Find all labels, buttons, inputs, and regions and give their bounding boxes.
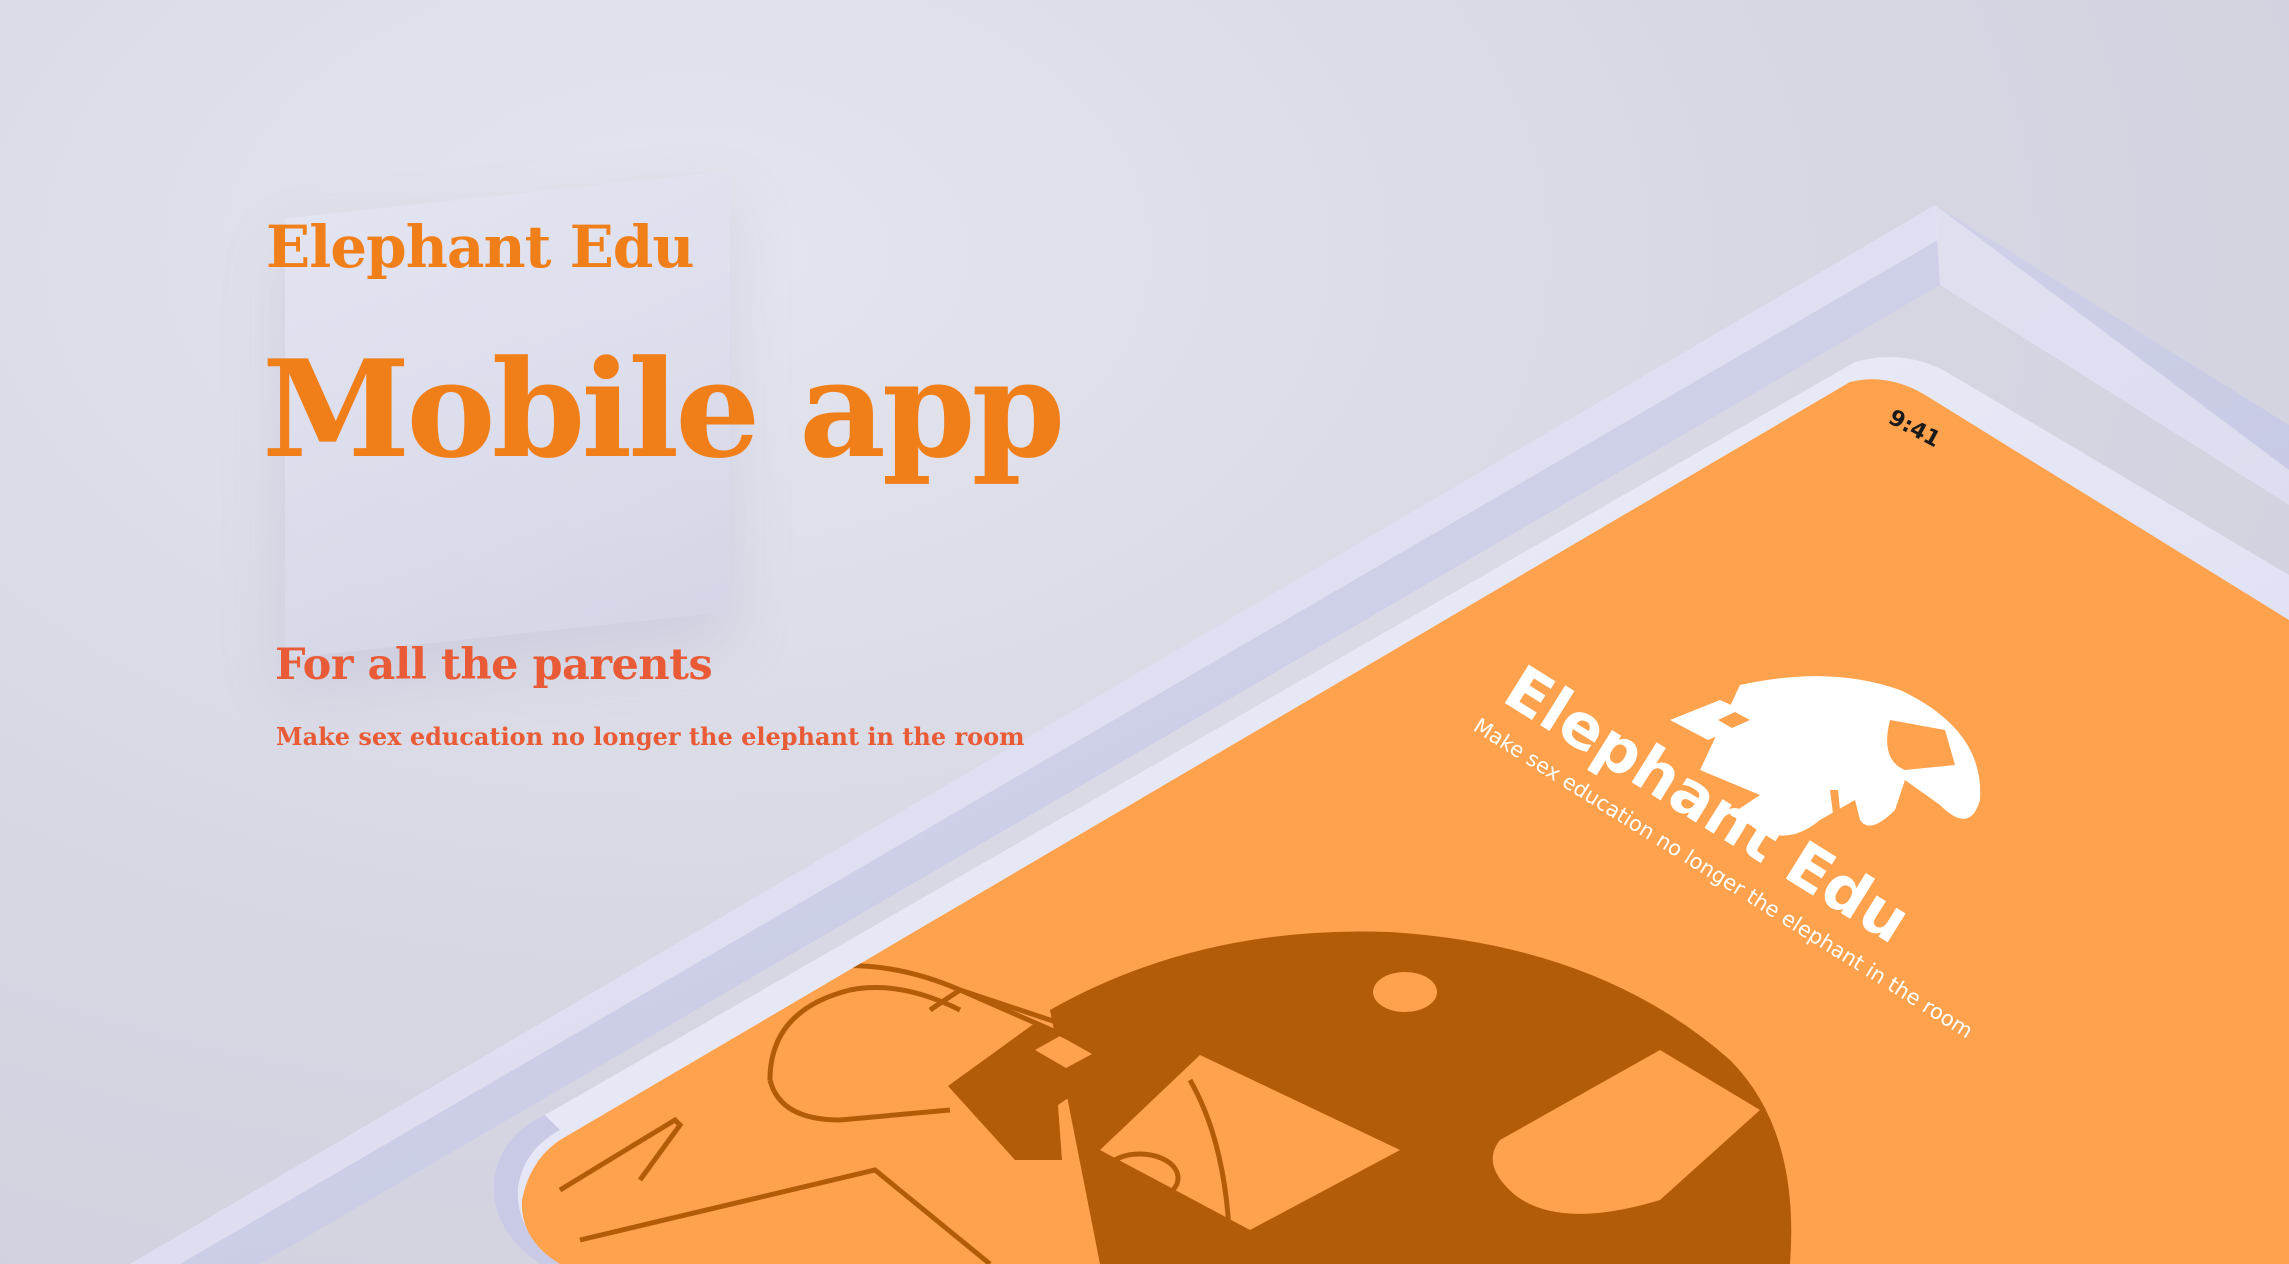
page-headline: Mobile app — [262, 330, 1065, 488]
promo-stage: Elephant Edu Make sex education no longe… — [0, 0, 2289, 1264]
hero-text: Elephant Edu Mobile app For all the pare… — [0, 0, 1065, 800]
brand-title: Elephant Edu — [266, 213, 695, 281]
audience-subhead: For all the parents — [275, 640, 713, 690]
tagline-text: Make sex education no longer the elephan… — [276, 722, 1025, 751]
